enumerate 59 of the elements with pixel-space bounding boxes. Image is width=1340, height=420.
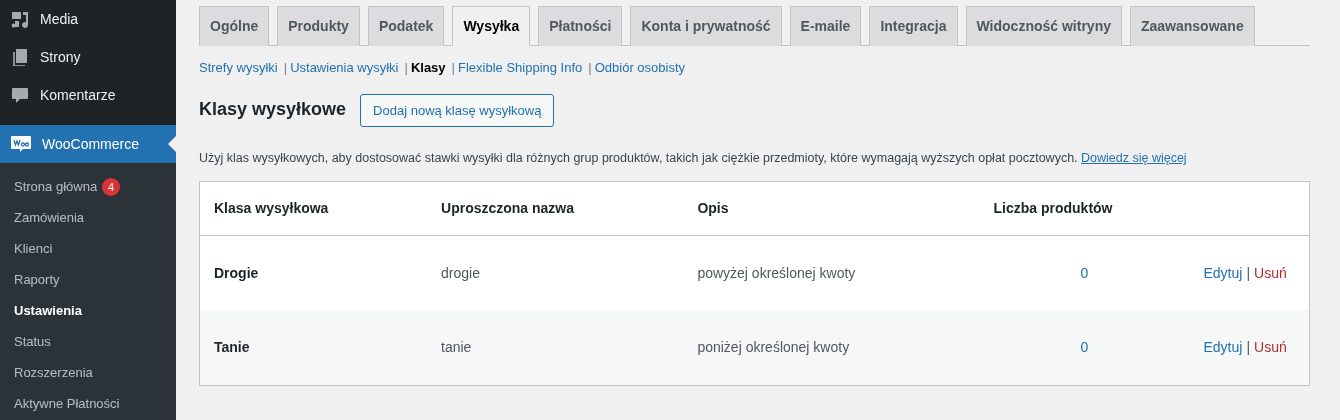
- slug-text: tanie: [441, 339, 472, 355]
- delete-link[interactable]: Usuń: [1254, 339, 1287, 355]
- settings-tab[interactable]: Integracja: [869, 6, 958, 46]
- product-count[interactable]: 0: [1080, 339, 1089, 355]
- separator: |: [1246, 264, 1251, 281]
- column-header: Opis: [683, 181, 980, 236]
- sidebar-item[interactable]: WooCommerce: [0, 125, 176, 163]
- section-link[interactable]: Klasy: [410, 58, 446, 78]
- settings-tab[interactable]: Zaawansowane: [1129, 6, 1255, 46]
- speech-bubble-icon: [10, 85, 30, 105]
- submenu-item[interactable]: Raporty: [0, 264, 176, 295]
- notification-badge: 4: [102, 178, 121, 196]
- settings-tab[interactable]: Wysyłka: [452, 6, 531, 46]
- page-heading: Klasy wysyłkowe: [199, 99, 347, 122]
- pages-icon: [10, 47, 30, 67]
- speech-bubble-icon: [10, 134, 32, 154]
- section-link[interactable]: Strefy wysyłki: [199, 58, 278, 78]
- settings-tab[interactable]: Konta i prywatność: [630, 6, 782, 46]
- sidebar-item[interactable]: Media: [0, 0, 176, 38]
- settings-tab[interactable]: Podatek: [367, 6, 445, 46]
- delete-link[interactable]: Usuń: [1254, 264, 1287, 281]
- separator: |: [451, 59, 455, 77]
- section-link[interactable]: Flexible Shipping Info: [458, 58, 583, 78]
- current-page-pointer: [168, 136, 176, 152]
- column-header: Liczba produktów: [979, 181, 1190, 236]
- sidebar-item[interactable]: Strony: [0, 38, 176, 76]
- class-name: Drogie: [214, 264, 259, 281]
- add-class-button[interactable]: Dodaj nową klasę wysyłkową: [360, 93, 555, 127]
- description-cell-text: poniżej określonej kwoty: [697, 339, 850, 355]
- settings-tab[interactable]: Produkty: [277, 6, 360, 46]
- separator: |: [404, 59, 408, 77]
- description-text: Użyj klas wysyłkowych, aby dostosować stawki wysyłki dla różnych grup produktów, takich jak ciężkie przedmioty, które wymagają wyższych opłat pocztowych. Dowiedz się więcej: [199, 150, 1188, 167]
- submenu-item[interactable]: Rozszerzenia: [0, 357, 176, 388]
- settings-tab[interactable]: Płatności: [538, 6, 623, 46]
- submenu-item[interactable]: Aktywne Płatności: [0, 388, 176, 419]
- separator: |: [588, 59, 592, 77]
- submenu-item[interactable]: Zamówienia: [0, 202, 176, 233]
- submenu-item[interactable]: Strona główna 4: [0, 171, 176, 202]
- settings-tab[interactable]: Widoczność witryny: [965, 6, 1122, 46]
- separator: |: [1246, 339, 1251, 355]
- edit-link[interactable]: Edytuj: [1203, 339, 1243, 355]
- description-cell-text: powyżej określonej kwoty: [697, 264, 856, 281]
- media-icon: [10, 9, 30, 29]
- learn-more-link[interactable]: Dowiedz się więcej: [1081, 151, 1187, 165]
- sidebar-item[interactable]: Komentarze: [0, 76, 176, 114]
- section-link[interactable]: Odbiór osobisty: [594, 58, 685, 78]
- class-name: Tanie: [214, 339, 250, 355]
- submenu-item[interactable]: Ustawienia: [0, 295, 176, 326]
- slug-text: drogie: [441, 264, 480, 281]
- separator: |: [283, 59, 288, 77]
- settings-tab[interactable]: Ogólne: [199, 6, 270, 46]
- edit-link[interactable]: Edytuj: [1203, 264, 1243, 281]
- product-count[interactable]: 0: [1080, 264, 1089, 281]
- column-header: Klasa wysyłkowa: [199, 181, 427, 236]
- settings-tab[interactable]: E-maile: [789, 6, 862, 46]
- section-link[interactable]: Ustawienia wysyłki: [290, 58, 399, 78]
- submenu-item[interactable]: Status: [0, 326, 176, 357]
- column-header: Uproszczona nazwa: [427, 181, 684, 236]
- submenu-item[interactable]: Klienci: [0, 233, 176, 264]
